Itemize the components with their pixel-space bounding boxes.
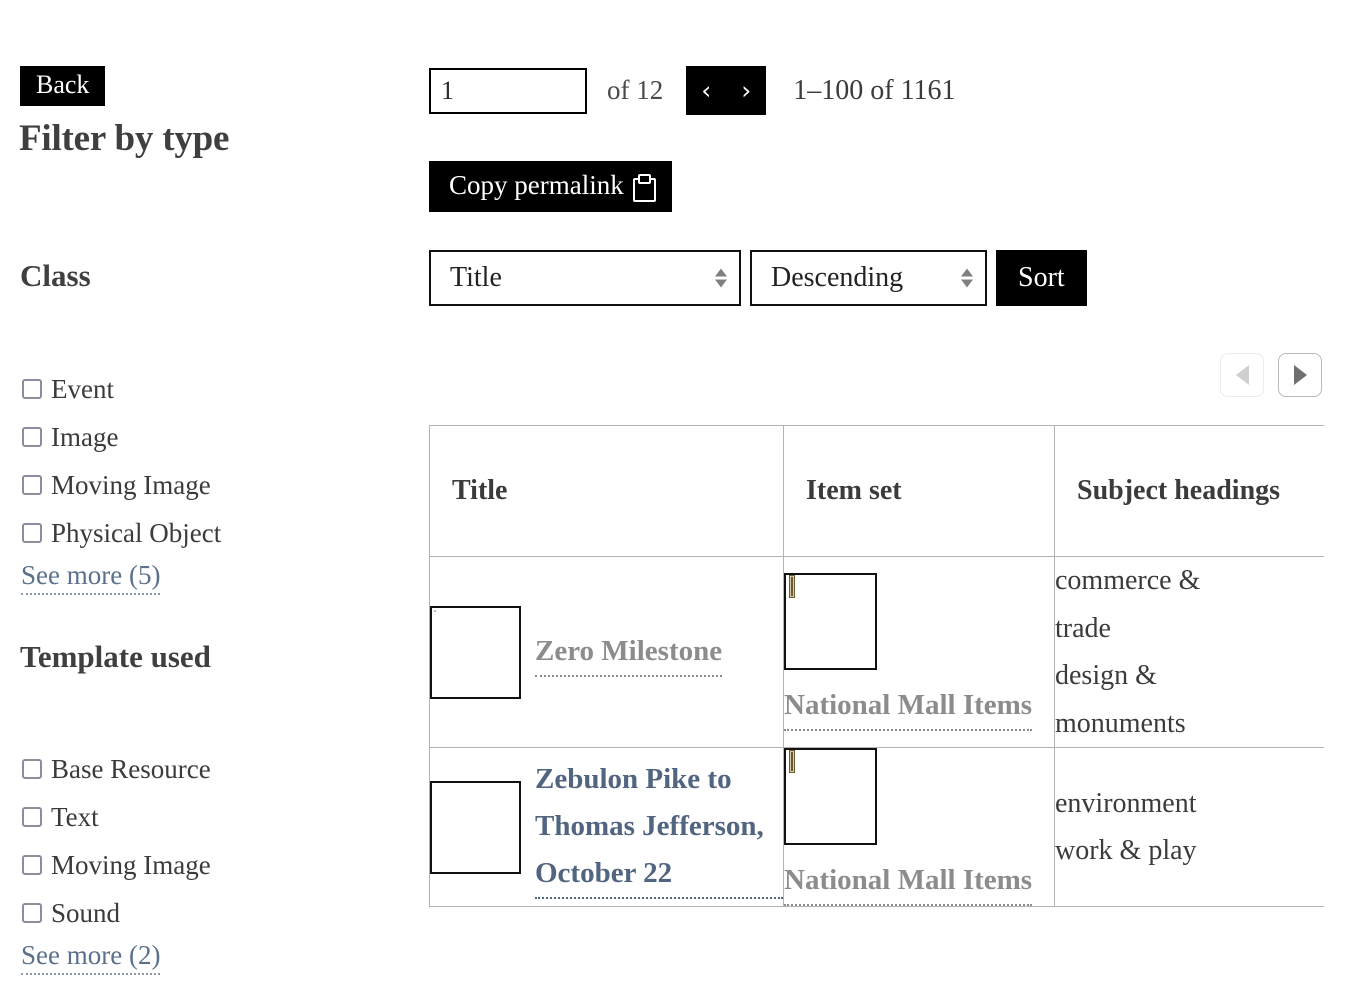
facet-option-label: Base Resource <box>51 753 211 784</box>
facet-option-label: Moving Image <box>51 849 211 880</box>
facet-heading-class: Class <box>20 258 91 293</box>
facet-options-class: Event Image Moving Image Physical Object <box>22 365 221 557</box>
item-set-link[interactable]: National Mall Items <box>784 857 1033 907</box>
checkbox-icon[interactable] <box>22 427 42 447</box>
sort-by-select[interactable]: Title <box>429 250 741 306</box>
facet-option-moving-image[interactable]: Moving Image <box>22 461 221 509</box>
triangle-left-icon <box>1235 365 1249 385</box>
sort-by-wrapper: Title <box>429 250 741 306</box>
cell-subject-headings: commerce & trade design & monuments <box>1054 555 1324 749</box>
subject-heading: commerce & <box>1055 565 1201 596</box>
facet-option-label: Event <box>51 373 114 404</box>
sort-toolbar: Title Descending Sort <box>429 250 1087 306</box>
checkbox-icon[interactable] <box>22 379 42 399</box>
page-title: Filter by type <box>19 118 230 159</box>
scroll-table-right-button[interactable] <box>1278 353 1322 397</box>
item-title-link[interactable]: Zebulon Pike to Thomas Jefferson, Octobe… <box>535 756 783 899</box>
facet-option-moving-image-template[interactable]: Moving Image <box>22 841 211 889</box>
facet-option-text[interactable]: Text <box>22 793 211 841</box>
cell-title: Zero Milestone <box>429 555 784 749</box>
checkbox-icon[interactable] <box>22 759 42 779</box>
manuscript-letter-thumbnail[interactable] <box>430 780 521 874</box>
sort-button[interactable]: Sort <box>996 250 1087 306</box>
checkbox-icon[interactable] <box>22 807 42 827</box>
results-table: Title Item set Subject headings Zero Mil… <box>429 425 1324 908</box>
item-title-link[interactable]: Zero Milestone <box>535 628 723 677</box>
book-cover-thumbnail[interactable] <box>784 748 877 846</box>
previous-page-button[interactable]: ‹ <box>686 66 727 115</box>
item-set-link[interactable]: National Mall Items <box>784 682 1033 732</box>
cell-title: Zebulon Pike to Thomas Jefferson, Octobe… <box>429 747 784 908</box>
facet-option-label: Image <box>51 421 119 452</box>
table-head: Title Item set Subject headings <box>429 425 1324 557</box>
subject-heading: environment <box>1055 787 1197 819</box>
table-scroll-controls <box>1220 353 1322 397</box>
facet-option-sound[interactable]: Sound <box>22 889 211 937</box>
table-row: Zero Milestone National Mall Items comme… <box>429 555 1324 749</box>
facet-option-event[interactable]: Event <box>22 365 221 413</box>
subject-heading: monuments <box>1055 707 1186 739</box>
copy-permalink-button[interactable]: Copy permalink <box>429 161 672 212</box>
cell-item-set: National Mall Items <box>783 555 1055 749</box>
facet-option-label: Physical Object <box>51 517 222 548</box>
filter-sidebar: Back Filter by type Class Event Image Mo… <box>0 0 420 1006</box>
subject-heading: design & <box>1055 660 1157 692</box>
facet-option-base-resource[interactable]: Base Resource <box>22 745 211 793</box>
see-more-class-link[interactable]: See more (5) <box>21 560 161 595</box>
column-header-title[interactable]: Title <box>429 425 784 557</box>
page-number-input[interactable] <box>429 67 587 114</box>
facet-option-physical-object[interactable]: Physical Object <box>22 509 221 557</box>
copy-permalink-label: Copy permalink <box>449 170 624 200</box>
cell-item-set: National Mall Items <box>783 747 1055 908</box>
triangle-right-icon <box>1293 365 1307 385</box>
table-row: Zebulon Pike to Thomas Jefferson, Octobe… <box>429 747 1324 908</box>
results-table-scroll-area[interactable]: Title Item set Subject headings Zero Mil… <box>429 425 1324 1006</box>
facet-heading-template-used: Template used <box>20 639 211 674</box>
column-header-item-set[interactable]: Item set <box>783 425 1055 557</box>
scroll-table-left-button[interactable] <box>1220 353 1264 397</box>
next-page-button[interactable]: › <box>726 66 767 115</box>
checkbox-icon[interactable] <box>22 523 42 543</box>
facet-option-label: Text <box>51 801 99 832</box>
cell-subject-headings: environment work & play <box>1054 747 1324 908</box>
checkbox-icon[interactable] <box>22 475 42 495</box>
sort-direction-wrapper: Descending <box>750 250 987 306</box>
facet-options-template-used: Base Resource Text Moving Image Sound <box>22 745 211 937</box>
table-header-row: Title Item set Subject headings <box>429 425 1324 557</box>
total-pages-label: of 12 <box>607 75 664 105</box>
clipboard-icon <box>632 173 656 202</box>
facet-option-image[interactable]: Image <box>22 413 221 461</box>
back-button[interactable]: Back <box>20 66 106 106</box>
sort-direction-select[interactable]: Descending <box>750 250 987 306</box>
subject-heading: work & play <box>1055 835 1197 867</box>
see-more-template-link[interactable]: See more (2) <box>21 940 161 975</box>
monument-photo-thumbnail[interactable] <box>430 605 521 699</box>
subject-heading: trade <box>1055 612 1111 644</box>
pagination-buttons: ‹ › <box>686 66 767 115</box>
page-root: Back Filter by type Class Event Image Mo… <box>0 0 1364 1006</box>
checkbox-icon[interactable] <box>22 903 42 923</box>
results-range-label: 1–100 of 1161 <box>793 74 956 106</box>
results-main: of 12 ‹ › 1–100 of 1161 Copy permalink T… <box>420 0 1364 1006</box>
facet-option-label: Moving Image <box>51 469 211 500</box>
column-header-subject-headings[interactable]: Subject headings <box>1054 425 1324 557</box>
table-body: Zero Milestone National Mall Items comme… <box>429 555 1324 908</box>
pagination-toolbar: of 12 ‹ › 1–100 of 1161 <box>429 66 956 115</box>
book-cover-thumbnail[interactable] <box>784 573 877 671</box>
checkbox-icon[interactable] <box>22 855 42 875</box>
facet-option-label: Sound <box>51 897 121 928</box>
